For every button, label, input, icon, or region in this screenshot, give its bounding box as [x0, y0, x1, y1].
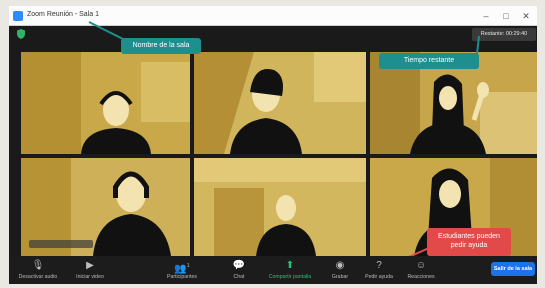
- participants-icon: 👥1: [174, 263, 190, 275]
- share-screen-icon: ⬆: [285, 260, 295, 271]
- video-camera-icon: ▶: [86, 260, 94, 271]
- close-button[interactable]: ✕: [519, 9, 533, 23]
- room-name-callout: Nombre de la sala: [121, 38, 201, 54]
- window-title: Zoom Reunión - Sala 1: [27, 11, 99, 18]
- participants-button[interactable]: 👥1 Participantes: [157, 258, 207, 284]
- time-left-callout: Tiempo restante: [379, 53, 479, 69]
- title-bar: Zoom Reunión - Sala 1 – □ ✕: [9, 6, 537, 26]
- video-tile[interactable]: [21, 52, 190, 154]
- security-shield-icon[interactable]: [17, 29, 25, 39]
- minimize-button[interactable]: –: [479, 9, 493, 23]
- maximize-button[interactable]: □: [499, 9, 513, 23]
- chat-button[interactable]: 💬 Chat: [225, 258, 253, 284]
- zoom-window: Zoom Reunión - Sala 1 – □ ✕ Restante: 00…: [9, 6, 537, 284]
- help-question-icon: ?: [376, 260, 382, 271]
- ask-help-button[interactable]: ? Pedir ayuda: [361, 258, 397, 284]
- reactions-button[interactable]: ☺ Reacciones: [403, 258, 439, 284]
- participant-video: [194, 52, 366, 154]
- chat-bubble-icon: 💬: [232, 260, 246, 271]
- mute-button[interactable]: 🎙 Desactivar audio: [13, 258, 63, 284]
- ask-help-callout-line2: pedir ayuda: [450, 242, 488, 250]
- ask-help-callout: Estudiantes pueden pedir ayuda: [427, 228, 511, 256]
- share-screen-button[interactable]: ⬆ Compartir pantalla: [263, 258, 317, 284]
- video-button[interactable]: ▶ Iniciar video: [69, 258, 111, 284]
- participant-name-tag: [29, 240, 93, 248]
- participant-video: [194, 158, 366, 256]
- reactions-smiley-icon: ☺: [415, 260, 427, 271]
- microphone-icon: 🎙: [31, 260, 45, 271]
- video-tile[interactable]: [194, 158, 366, 256]
- video-tile[interactable]: [194, 52, 366, 154]
- leave-room-button[interactable]: Salir de la sala: [491, 262, 535, 276]
- record-button[interactable]: ◉ Grabar: [327, 258, 353, 284]
- time-remaining-badge: Restante: 00:29:40: [472, 28, 536, 41]
- participant-video: [21, 52, 190, 154]
- ask-help-callout-line1: Estudiantes pueden: [438, 233, 500, 240]
- record-icon: ◉: [335, 260, 345, 271]
- zoom-app-icon: [13, 11, 23, 21]
